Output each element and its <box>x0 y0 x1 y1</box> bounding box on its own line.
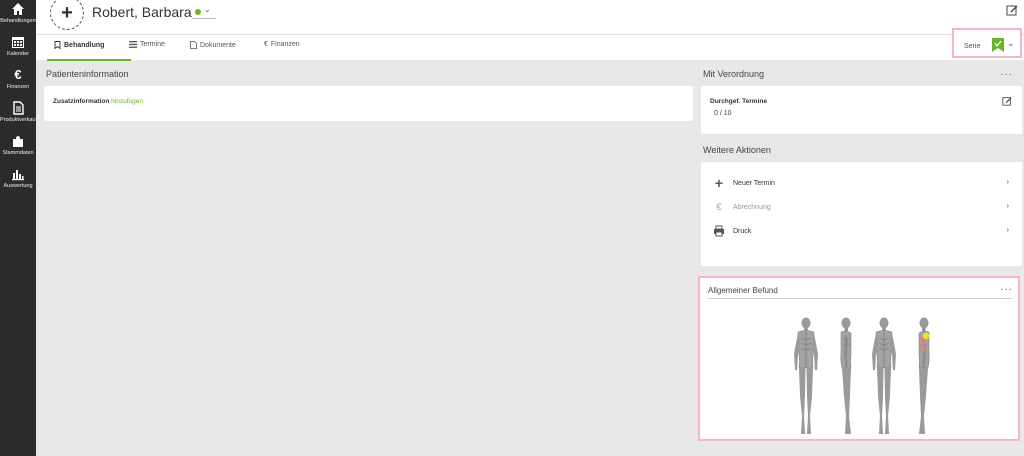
tab-finanzen[interactable]: € Finanzen <box>264 41 300 48</box>
add-zusatzinformation-link[interactable]: hinzufügen <box>111 98 143 105</box>
chevron-down-icon: ⌄ <box>204 5 211 14</box>
section-title-patienteninformation: Patienteninformation <box>46 69 129 79</box>
body-left-side-view[interactable] <box>840 317 852 435</box>
druck-button[interactable]: Druck › <box>713 224 1009 238</box>
sidebar: Behandlungen Kalender € Finanzen Produkt… <box>0 0 37 456</box>
sidebar-item-label: Behandlungen <box>0 18 36 24</box>
tab-termine[interactable]: Termine <box>129 41 165 48</box>
allgemeiner-befund-card: Allgemeiner Befund ··· <box>698 276 1020 441</box>
section-title-verordnung: Mit Verordnung <box>703 69 765 79</box>
tab-label: Finanzen <box>270 41 300 48</box>
flag-icon <box>992 38 1004 52</box>
status-dropdown[interactable]: ⌄ <box>192 5 216 19</box>
serie-selector[interactable]: Serie ⌄ <box>952 28 1022 58</box>
plus-icon: + <box>714 175 724 191</box>
tab-bar: Behandlung Termine Dokumente € Finanzen <box>36 34 1024 61</box>
active-tab-indicator <box>47 59 131 61</box>
plus-icon: + <box>61 2 73 24</box>
divider <box>708 298 1012 299</box>
patient-header: + Robert, Barbara ⌄ Behandlung Termine D… <box>36 0 1024 61</box>
chevron-right-icon: › <box>1006 201 1009 210</box>
list-icon <box>129 41 137 48</box>
tab-label: Behandlung <box>64 41 105 49</box>
puzzle-icon <box>13 136 23 147</box>
chevron-right-icon: › <box>1006 225 1009 234</box>
body-back-view[interactable] <box>871 317 897 435</box>
verordnung-card: Durchgef. Termine 0 / 10 <box>701 86 1022 134</box>
action-label: Druck <box>733 227 752 235</box>
patient-name: Robert, Barbara <box>92 4 192 20</box>
document-icon <box>13 101 24 115</box>
tab-label: Termine <box>140 41 165 48</box>
bar-chart-icon <box>12 170 24 181</box>
calendar-icon <box>12 37 24 48</box>
euro-icon: € <box>264 41 268 48</box>
sidebar-item-label: Auswertung <box>3 183 33 189</box>
sidebar-item-finanzen[interactable]: € Finanzen <box>0 68 36 98</box>
sidebar-item-kalender[interactable]: Kalender <box>0 35 36 65</box>
body-front-view[interactable] <box>793 317 819 435</box>
home-icon <box>12 3 24 15</box>
status-dot <box>195 9 201 15</box>
durchgef-termine-value: 0 / 10 <box>714 110 732 117</box>
neuer-termin-button[interactable]: + Neuer Termin › <box>713 175 1009 191</box>
abrechnung-button[interactable]: € Abrechnung › <box>713 200 1009 214</box>
weitere-aktionen-card: + Neuer Termin › € Abrechnung › Druck › <box>701 162 1022 266</box>
sidebar-item-label: Stammdaten <box>2 150 34 156</box>
section-title-weitere-aktionen: Weitere Aktionen <box>703 145 771 155</box>
tab-dokumente[interactable]: Dokumente <box>190 41 236 49</box>
sidebar-item-produktverkauf[interactable]: Produktverkauf <box>0 101 37 131</box>
sidebar-item-stammdaten[interactable]: Stammdaten <box>0 134 36 164</box>
euro-icon: € <box>14 67 22 82</box>
chevron-right-icon: › <box>1006 177 1009 186</box>
more-options-icon[interactable]: ··· <box>1000 284 1013 295</box>
edit-icon[interactable] <box>1006 4 1018 16</box>
sidebar-item-label: Produktverkauf <box>0 117 37 123</box>
patient-info-card: Zusatzinformation hinzufügen <box>44 86 693 121</box>
file-icon <box>190 41 197 49</box>
pain-marker[interactable] <box>922 332 930 340</box>
sidebar-item-label: Finanzen <box>6 84 30 90</box>
sidebar-item-label: Kalender <box>6 51 30 57</box>
more-options-icon[interactable]: ··· <box>1000 69 1013 80</box>
befund-title: Allgemeiner Befund <box>708 286 778 295</box>
serie-label: Serie <box>964 43 981 50</box>
euro-icon: € <box>716 201 722 213</box>
avatar-add-button[interactable]: + <box>50 0 84 30</box>
printer-icon <box>714 225 724 237</box>
durchgef-termine-label: Durchgef. Termine <box>710 98 767 105</box>
zusatzinformation-label: Zusatzinformation <box>53 98 110 105</box>
tab-label: Dokumente <box>200 41 236 49</box>
edit-icon[interactable] <box>1002 96 1012 106</box>
body-chart[interactable] <box>784 312 944 440</box>
chevron-down-icon: ⌄ <box>1007 38 1015 48</box>
sidebar-item-behandlungen[interactable]: Behandlungen <box>0 2 36 32</box>
action-label: Abrechnung <box>733 203 771 211</box>
bookmark-icon <box>54 41 61 49</box>
sidebar-item-auswertung[interactable]: Auswertung <box>0 167 36 197</box>
tab-behandlung[interactable]: Behandlung <box>54 41 104 49</box>
action-label: Neuer Termin <box>733 179 775 187</box>
